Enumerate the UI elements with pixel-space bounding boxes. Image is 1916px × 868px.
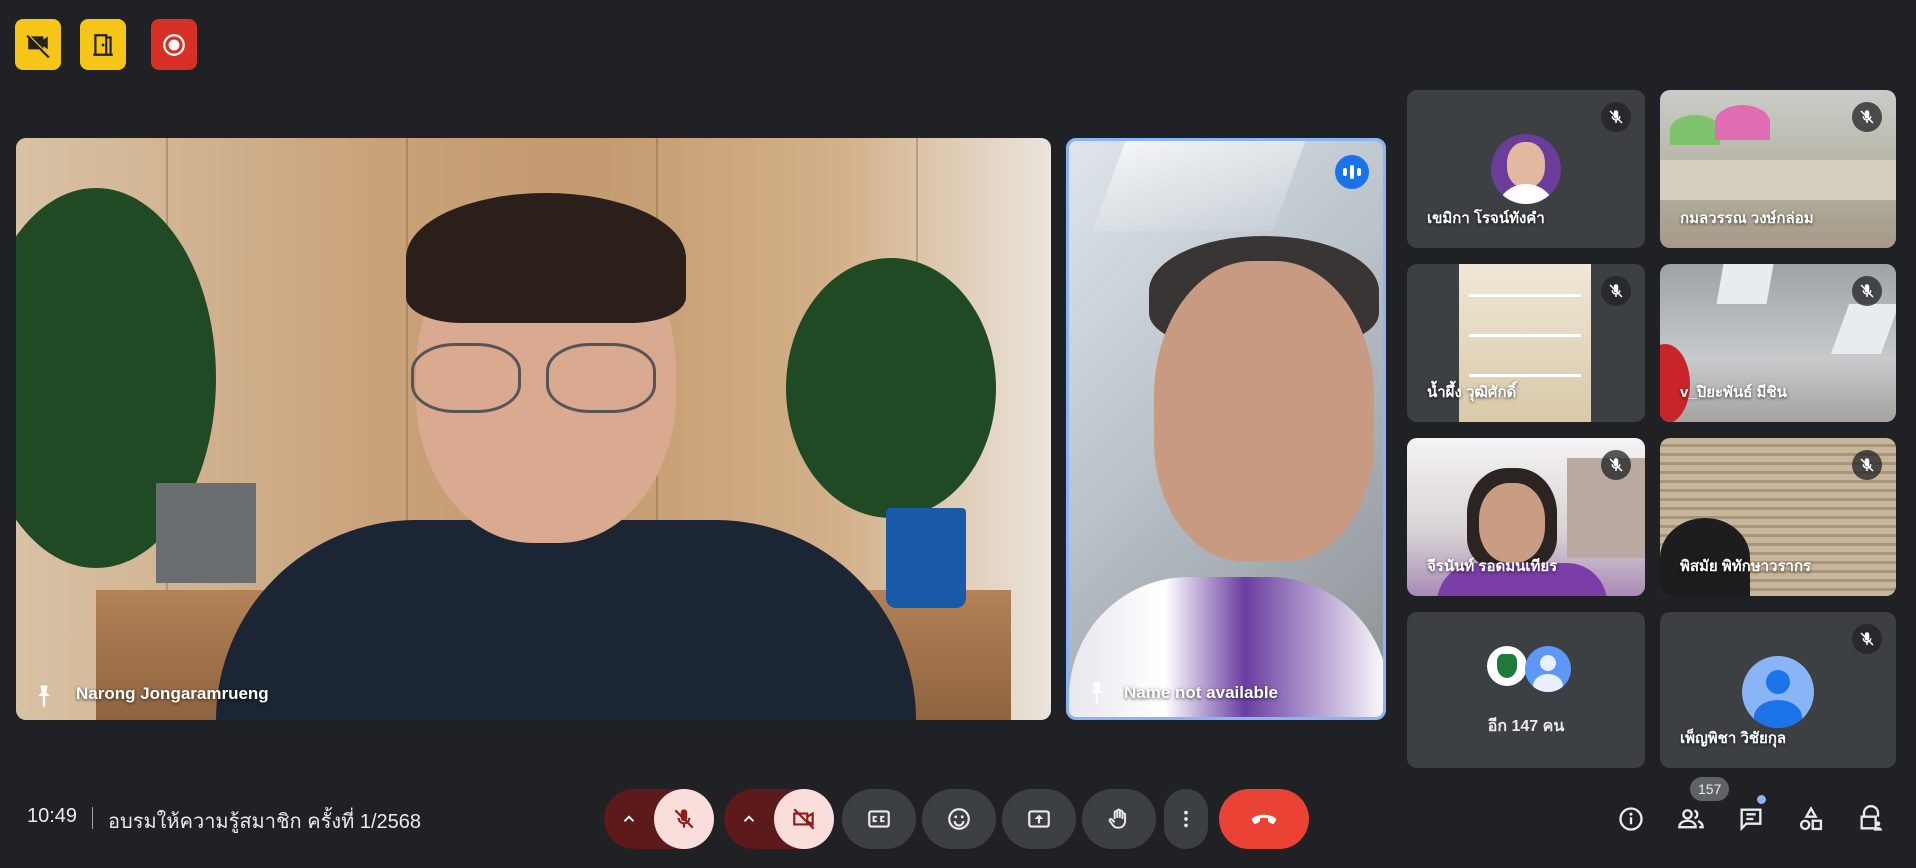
chat-icon xyxy=(1740,808,1762,832)
participant-name: น้ำผึ้ง วุฒิศักดิ์ xyxy=(1427,384,1517,401)
participant-tile[interactable]: น้ำผึ้ง วุฒิศักดิ์ xyxy=(1407,264,1645,422)
no-video-recording-icon xyxy=(26,32,50,58)
participant-tile[interactable]: เพ็ญพิชา วิชัยกุล xyxy=(1660,612,1896,768)
speaking-indicator-icon xyxy=(1335,155,1369,189)
recording-chip[interactable] xyxy=(151,19,197,70)
camera-off-icon xyxy=(793,808,815,830)
participant-name: กมลวรรณ วงษ์กล่อม xyxy=(1680,210,1814,227)
captions-icon xyxy=(868,810,890,828)
chevron-up-icon xyxy=(623,815,635,822)
video-settings-button[interactable] xyxy=(724,789,774,849)
video-tile-active-speaker[interactable]: Name not available xyxy=(1066,138,1386,720)
unread-indicator xyxy=(1757,795,1766,804)
participant-count-badge: 157 xyxy=(1690,777,1730,801)
mic-off-icon xyxy=(1860,632,1874,646)
info-icon xyxy=(1619,807,1643,831)
door-companion-icon xyxy=(93,33,113,56)
companion-mode-chip[interactable] xyxy=(80,19,126,70)
avatar xyxy=(1742,656,1814,728)
leave-call-button[interactable] xyxy=(1219,789,1309,849)
camera-control-group xyxy=(724,789,834,849)
present-screen-icon xyxy=(1028,810,1050,828)
participant-tile[interactable]: จีรนันท์ รอดมนเทียร xyxy=(1407,438,1645,596)
clock: 10:49 xyxy=(27,805,78,827)
participant-name: พิสมัย พิทักษาวรากร xyxy=(1680,558,1812,575)
microphone-toggle-button[interactable] xyxy=(654,789,714,849)
host-controls-button[interactable] xyxy=(1851,799,1891,839)
participant-name: จีรนันท์ รอดมนเทียร xyxy=(1427,558,1558,575)
video-tile-narong[interactable]: Narong Jongaramrueng xyxy=(16,138,1051,720)
participant-name: Name not available xyxy=(1124,683,1279,702)
bottom-toolbar: 10:49 อบรมให้ความรู้สมาชิก ครั้งที่ 1/25… xyxy=(0,775,1916,861)
present-screen-button[interactable] xyxy=(1002,789,1076,849)
mic-off-badge xyxy=(1601,450,1631,480)
mic-off-icon xyxy=(1860,458,1874,472)
chevron-up-icon xyxy=(743,815,755,822)
more-participants-label: อีก 147 คน xyxy=(1487,718,1565,735)
meeting-title: อบรมให้ความรู้สมาชิก ครั้งที่ 1/2568 xyxy=(108,811,422,833)
participant-tile[interactable]: กมลวรรณ วงษ์กล่อม xyxy=(1660,90,1896,248)
mic-off-badge xyxy=(1601,102,1631,132)
no-video-recording-chip[interactable] xyxy=(15,19,61,70)
people-icon xyxy=(1678,809,1704,829)
mic-off-badge xyxy=(1852,102,1882,132)
captions-button[interactable] xyxy=(842,789,916,849)
divider xyxy=(92,807,93,829)
activities-icon xyxy=(1799,806,1823,831)
hang-up-icon xyxy=(1251,814,1277,824)
raise-hand-button[interactable] xyxy=(1082,789,1156,849)
hand-icon xyxy=(1108,808,1127,829)
mic-off-icon xyxy=(1860,110,1874,124)
mic-off-badge xyxy=(1852,624,1882,654)
mic-off-icon xyxy=(1609,284,1623,298)
more-options-button[interactable] xyxy=(1164,789,1208,849)
participant-name: v_ปิยะพันธ์ มีชิน xyxy=(1680,384,1787,401)
more-participants-tile[interactable]: อีก 147 คน xyxy=(1407,612,1645,768)
mic-off-badge xyxy=(1852,450,1882,480)
participant-tile[interactable]: เขมิกา โรจน์ทังคำ xyxy=(1407,90,1645,248)
participant-name: เขมิกา โรจน์ทังคำ xyxy=(1427,210,1545,227)
lock-person-icon xyxy=(1860,805,1883,831)
audio-settings-button[interactable] xyxy=(604,789,654,849)
emoji-icon xyxy=(948,808,970,830)
camera-toggle-button[interactable] xyxy=(774,789,834,849)
mic-off-badge xyxy=(1601,276,1631,306)
meeting-details-button[interactable] xyxy=(1611,799,1651,839)
recording-icon xyxy=(163,33,185,56)
avatar xyxy=(1491,134,1561,204)
participant-name: Narong Jongaramrueng xyxy=(76,684,269,703)
more-vert-icon xyxy=(1184,810,1188,828)
participant-tile[interactable]: v_ปิยะพันธ์ มีชิน xyxy=(1660,264,1896,422)
reactions-button[interactable] xyxy=(922,789,996,849)
avatar xyxy=(1525,646,1571,692)
participant-name: เพ็ญพิชา วิชัยกุล xyxy=(1680,730,1787,747)
mic-off-icon xyxy=(1609,110,1623,124)
mic-off-icon xyxy=(1860,284,1874,298)
activities-button[interactable] xyxy=(1791,799,1831,839)
chat-button[interactable] xyxy=(1731,799,1771,839)
mic-off-icon xyxy=(674,809,694,829)
meet-window: Narong Jongaramrueng Name not available … xyxy=(0,0,1916,868)
mic-control-group xyxy=(604,789,714,849)
people-button[interactable] xyxy=(1671,799,1711,839)
mic-off-icon xyxy=(1609,458,1623,472)
avatar xyxy=(1487,646,1527,686)
participant-tile[interactable]: พิสมัย พิทักษาวรากร xyxy=(1660,438,1896,596)
mic-off-badge xyxy=(1852,276,1882,306)
pin-icon[interactable] xyxy=(1083,679,1111,707)
pin-icon[interactable] xyxy=(30,682,58,710)
